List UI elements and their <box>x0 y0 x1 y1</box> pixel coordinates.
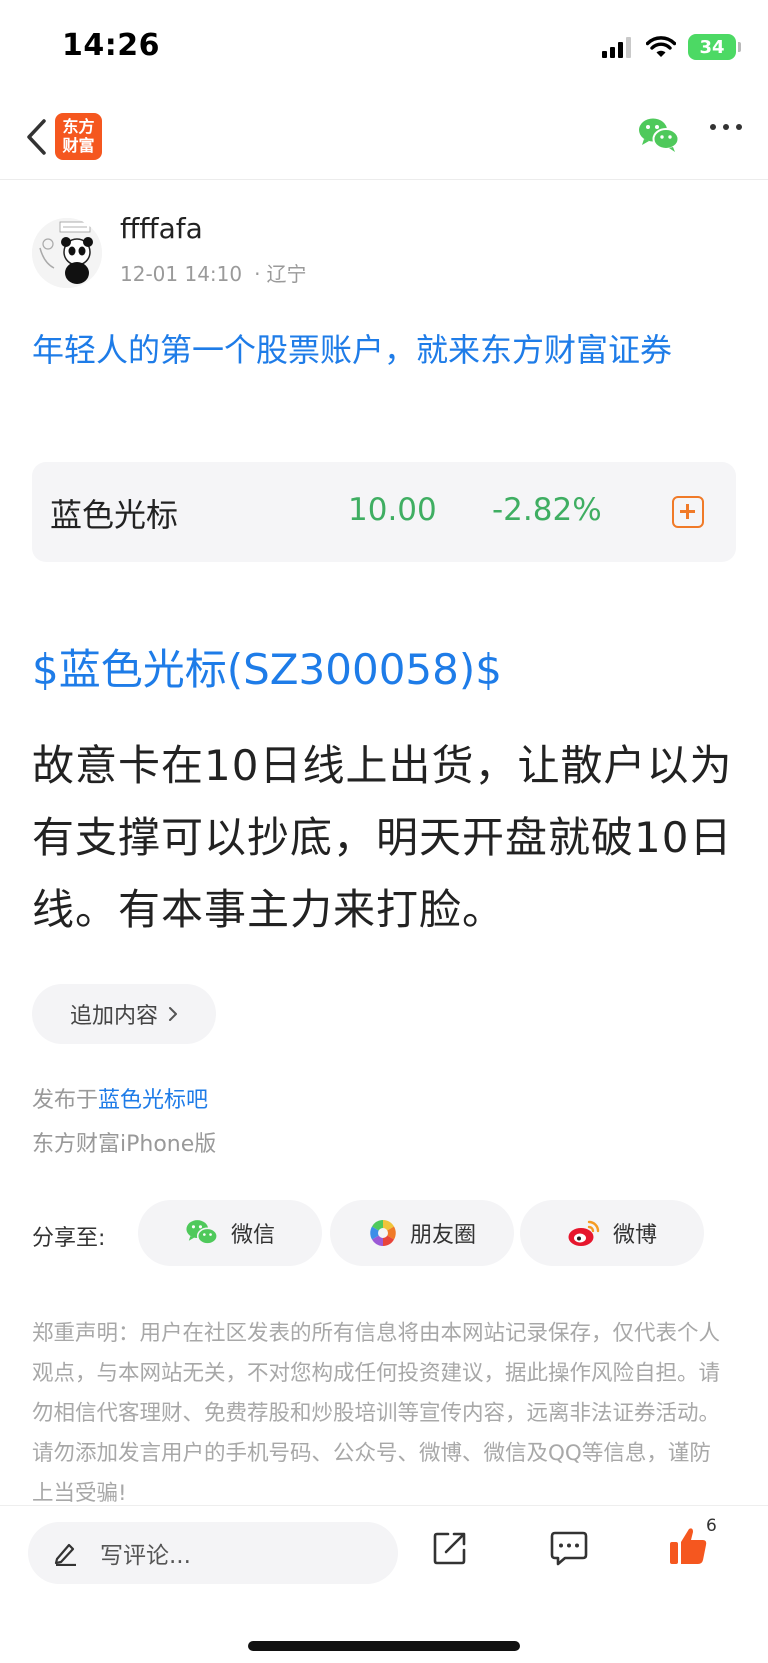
signal-icon <box>602 37 631 58</box>
avatar[interactable] <box>32 218 102 288</box>
bar-link[interactable]: 蓝色光标吧 <box>98 1088 208 1113</box>
comment-input[interactable]: 写评论... <box>28 1522 398 1584</box>
stock-change: -2.82% <box>492 492 602 528</box>
comment-placeholder: 写评论... <box>100 1543 191 1569</box>
author-header: ffffafa 12-01 14:10 · 辽宁 <box>32 210 732 290</box>
comments-button[interactable] <box>550 1530 588 1570</box>
share-icon <box>433 1532 466 1565</box>
ad-title-link[interactable]: 年轻人的第一个股票账户，就来东方财富证券 <box>32 322 742 378</box>
share-button[interactable] <box>432 1530 468 1570</box>
chevron-left-icon <box>27 119 46 155</box>
logo-line2: 财富 <box>62 136 95 155</box>
battery-level: 34 <box>699 36 725 58</box>
wifi-icon <box>646 36 676 57</box>
share-weibo-label: 微博 <box>612 1223 657 1248</box>
published-prefix: 发布于 <box>32 1088 99 1113</box>
comment-icon <box>550 1531 588 1566</box>
like-button[interactable] <box>668 1526 708 1570</box>
status-bar: 14:26 34 <box>0 0 768 96</box>
stock-name: 蓝色光标 <box>50 496 179 534</box>
more-dot-icon <box>736 124 742 130</box>
share-wechat-button[interactable]: 微信 <box>138 1200 322 1266</box>
share-weibo-button[interactable]: 微博 <box>520 1200 704 1266</box>
wechat-share-button[interactable] <box>638 117 680 157</box>
like-count: 6 <box>706 1516 717 1536</box>
published-in: 发布于蓝色光标吧 <box>32 1082 208 1114</box>
home-indicator <box>248 1641 520 1651</box>
wechat-icon <box>639 118 680 152</box>
post-body: 故意卡在10日线上出货，让散户以为有支撑可以抄底，明天开盘就破10日线。有本事主… <box>32 741 733 934</box>
post-location: 辽宁 <box>266 262 307 286</box>
append-label: 追加内容 <box>69 1004 158 1029</box>
stock-card[interactable]: 蓝色光标 10.00 -2.82% <box>32 462 736 562</box>
meta-separator: · <box>254 262 261 286</box>
more-dot-icon <box>710 124 716 130</box>
post-meta: 12-01 14:10 · 辽宁 <box>120 258 306 287</box>
share-label: 分享至: <box>32 1226 106 1251</box>
share-row: 分享至: 微信 朋友圈 微博 <box>32 1200 736 1266</box>
stock-price: 10.00 <box>348 492 437 528</box>
share-moments-label: 朋友圈 <box>409 1223 476 1248</box>
author-name[interactable]: ffffafa <box>120 212 203 245</box>
wechat-icon <box>186 1220 218 1245</box>
nav-bar: 东方 财富 <box>0 100 768 180</box>
append-content-button[interactable]: 追加内容 <box>32 984 216 1044</box>
bottom-bar: 写评论... 6 <box>0 1505 768 1663</box>
chevron-right-icon <box>169 1007 177 1021</box>
moments-icon <box>370 1220 396 1246</box>
share-moments-button[interactable]: 朋友圈 <box>330 1200 514 1266</box>
thumbs-up-icon <box>670 1528 707 1564</box>
battery-icon: 34 <box>688 34 741 60</box>
status-time: 14:26 <box>62 28 160 63</box>
weibo-icon <box>568 1220 600 1246</box>
status-icons: 34 <box>602 34 741 60</box>
client-source: 东方财富iPhone版 <box>32 1132 217 1157</box>
add-watchlist-icon[interactable] <box>672 496 704 528</box>
share-wechat-label: 微信 <box>230 1223 275 1248</box>
more-dot-icon <box>723 124 729 130</box>
back-button[interactable] <box>16 112 56 162</box>
pencil-icon <box>54 1543 76 1566</box>
post-time: 12-01 14:10 <box>120 262 243 286</box>
more-button[interactable] <box>710 124 742 130</box>
disclaimer: 郑重声明：用户在社区发表的所有信息将由本网站记录保存，仅代表个人观点，与本网站无… <box>32 1321 721 1506</box>
app-logo[interactable]: 东方 财富 <box>55 113 102 160</box>
stock-tag-link[interactable]: $蓝色光标(SZ300058)$ <box>32 636 502 697</box>
logo-line1: 东方 <box>62 117 95 136</box>
panda-avatar-icon <box>32 218 102 288</box>
